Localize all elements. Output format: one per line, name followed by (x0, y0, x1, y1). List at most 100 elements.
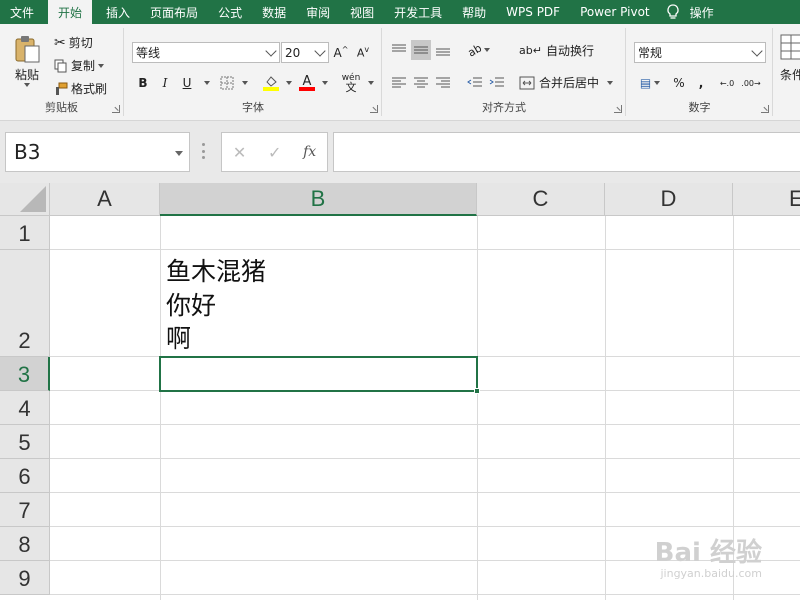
tab-data[interactable]: 数据 (252, 0, 296, 24)
align-right-button[interactable] (433, 72, 453, 92)
cut-button[interactable]: ✂ 剪切 (54, 34, 93, 51)
underline-button[interactable]: U (177, 73, 197, 93)
paste-button[interactable]: 粘贴 (12, 34, 42, 87)
borders-button[interactable] (217, 73, 237, 93)
format-painter-button[interactable]: 格式刷 (54, 80, 107, 97)
row-header-1[interactable]: 1 (0, 216, 50, 250)
comma-style-button[interactable]: , (691, 73, 711, 93)
underline-dropdown-icon[interactable] (204, 81, 210, 85)
percent-style-button[interactable]: % (669, 73, 689, 93)
fill-color-button[interactable] (261, 73, 281, 93)
worksheet-grid[interactable]: A B C D E 1 2 3 4 5 6 7 8 9 鱼木混猪 你好 啊 Ba… (0, 183, 800, 600)
gridline (50, 492, 800, 493)
cancel-icon[interactable]: ✕ (233, 143, 246, 162)
column-header-e[interactable]: E (733, 183, 800, 216)
decrease-indent-icon (467, 77, 482, 87)
name-box[interactable]: B3 (5, 132, 190, 172)
fill-handle[interactable] (474, 388, 480, 394)
align-bottom-icon (436, 48, 450, 56)
column-header-c[interactable]: C (477, 183, 605, 216)
phonetic-dropdown-icon[interactable] (368, 81, 374, 85)
column-header-d[interactable]: D (605, 183, 733, 216)
font-launcher-icon[interactable] (370, 105, 378, 113)
tab-page-layout[interactable]: 页面布局 (140, 0, 208, 24)
gridline (605, 216, 606, 600)
orientation-button[interactable]: ab (465, 40, 493, 60)
merge-center-button[interactable]: 合并后居中 (519, 74, 614, 91)
align-middle-button[interactable] (411, 40, 431, 60)
lightbulb-icon[interactable] (660, 0, 686, 24)
tab-home[interactable]: 开始 (48, 0, 93, 24)
chevron-down-icon (265, 45, 277, 57)
accounting-format-button[interactable]: ▤ (635, 73, 665, 93)
bold-button[interactable]: B (133, 73, 153, 93)
watermark-logo: Bai 经验 jingyan.baidu.com (655, 532, 762, 580)
align-bottom-button[interactable] (433, 40, 453, 60)
paint-bucket-icon (266, 75, 277, 87)
number-format-select[interactable]: 常规 (634, 42, 766, 63)
copy-button[interactable]: 复制 (54, 57, 105, 74)
gridline (50, 249, 800, 250)
font-color-button[interactable]: A (297, 73, 317, 93)
row-header-4[interactable]: 4 (0, 391, 50, 425)
decrease-indent-button[interactable] (465, 72, 485, 92)
decrease-font-size-button[interactable]: Av (353, 42, 373, 62)
number-launcher-icon[interactable] (761, 105, 769, 113)
row-header-6[interactable]: 6 (0, 459, 50, 493)
gridline (50, 458, 800, 459)
phonetic-button[interactable]: wén 文 (339, 73, 363, 94)
column-header-b[interactable]: B (160, 183, 477, 216)
font-name-select[interactable]: 等线 (132, 42, 280, 63)
tab-insert[interactable]: 插入 (96, 0, 140, 24)
increase-decimal-button[interactable]: ←.0 (717, 73, 737, 93)
italic-button[interactable]: I (155, 73, 175, 93)
active-cell-b3[interactable] (159, 356, 480, 394)
increase-indent-button[interactable] (487, 72, 507, 92)
merge-center-label: 合并后居中 (539, 76, 600, 90)
tab-review[interactable]: 审阅 (296, 0, 340, 24)
enter-icon[interactable]: ✓ (268, 143, 281, 162)
tab-developer[interactable]: 开发工具 (384, 0, 452, 24)
tab-help[interactable]: 帮助 (452, 0, 496, 24)
clipboard-launcher-icon[interactable] (112, 105, 120, 113)
tab-formulas[interactable]: 公式 (208, 0, 252, 24)
align-center-button[interactable] (411, 72, 431, 92)
row-header-7[interactable]: 7 (0, 493, 50, 527)
column-header-a[interactable]: A (50, 183, 160, 216)
tab-tell-me[interactable]: 操作 (686, 0, 718, 24)
row-header-9[interactable]: 9 (0, 561, 50, 595)
conditional-formatting-button[interactable]: 条件 (780, 34, 800, 83)
align-top-button[interactable] (389, 40, 409, 60)
wrap-text-button[interactable]: ab↵ 自动换行 (519, 42, 594, 59)
name-box-dropdown-icon[interactable] (175, 151, 183, 156)
gridline (50, 526, 800, 527)
increase-font-size-button[interactable]: A^ (331, 42, 351, 62)
row-header-3[interactable]: 3 (0, 357, 50, 391)
row-header-8[interactable]: 8 (0, 527, 50, 561)
increase-font-icon: A^ (333, 44, 349, 60)
tab-view[interactable]: 视图 (340, 0, 384, 24)
row-header-5[interactable]: 5 (0, 425, 50, 459)
tab-file[interactable]: 文件 (0, 0, 44, 24)
borders-dropdown-icon[interactable] (242, 81, 248, 85)
decrease-decimal-button[interactable]: .00→ (741, 73, 761, 93)
formula-bar-splitter[interactable] (201, 143, 205, 159)
paste-dropdown-icon (24, 83, 30, 87)
formula-input[interactable] (333, 132, 800, 172)
row-header-2[interactable]: 2 (0, 250, 50, 357)
tab-power-pivot[interactable]: Power Pivot (570, 0, 660, 24)
cell-b2[interactable]: 鱼木混猪 你好 啊 (166, 255, 266, 356)
number-group-label: 数字 (688, 101, 711, 114)
format-painter-label: 格式刷 (71, 82, 108, 96)
insert-function-icon[interactable]: fx (303, 144, 316, 160)
align-center-icon (414, 77, 428, 88)
select-all-button[interactable] (0, 183, 50, 216)
alignment-launcher-icon[interactable] (614, 105, 622, 113)
font-size-select[interactable]: 20 (281, 42, 329, 63)
align-right-icon (436, 77, 450, 88)
number-format-value: 常规 (638, 46, 663, 60)
font-color-dropdown-icon[interactable] (322, 81, 328, 85)
fill-color-dropdown-icon[interactable] (286, 81, 292, 85)
tab-wps-pdf[interactable]: WPS PDF (496, 0, 570, 24)
align-left-button[interactable] (389, 72, 409, 92)
